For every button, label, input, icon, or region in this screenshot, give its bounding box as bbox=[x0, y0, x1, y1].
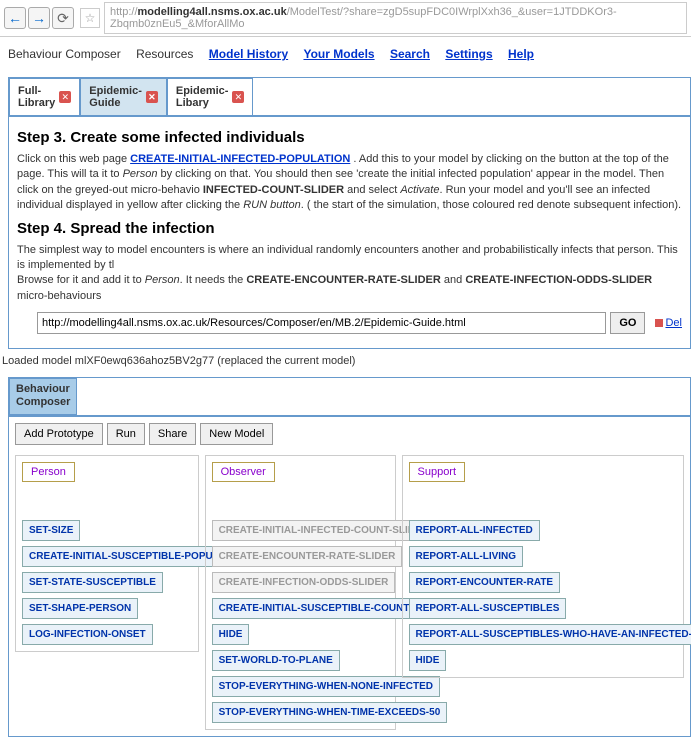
encounter-rate-slider-btn[interactable]: CREATE-ENCOUNTER-RATE-SLIDER bbox=[212, 546, 403, 567]
observer-panel-title[interactable]: Observer bbox=[212, 462, 275, 482]
person-panel-title[interactable]: Person bbox=[22, 462, 75, 482]
browser-toolbar: ← → ⟳ ☆ http://modelling4all.nsms.ox.ac.… bbox=[0, 0, 691, 37]
menu-model-history[interactable]: Model History bbox=[209, 47, 288, 61]
log-infection-onset-btn[interactable]: LOG-INFECTION-ONSET bbox=[22, 624, 153, 645]
hide-observer-btn[interactable]: HIDE bbox=[212, 624, 250, 645]
hide-support-btn[interactable]: HIDE bbox=[409, 650, 447, 671]
set-size-btn[interactable]: SET-SIZE bbox=[22, 520, 80, 541]
content-frame: Full-Library ✕ Epidemic-Guide ✕ Epidemic… bbox=[8, 77, 691, 349]
composer-toolbar: Add Prototype Run Share New Model bbox=[15, 423, 684, 445]
create-infected-link[interactable]: CREATE-INITIAL-INFECTED-POPULATION bbox=[130, 153, 350, 165]
support-panel: Support REPORT-ALL-INFECTED REPORT-ALL-L… bbox=[402, 455, 685, 678]
tabs-row: Full-Library ✕ Epidemic-Guide ✕ Epidemic… bbox=[9, 78, 690, 117]
person-panel: Person SET-SIZE CREATE-INITIAL-SUSCEPTIB… bbox=[15, 455, 199, 652]
set-shape-person-btn[interactable]: SET-SHAPE-PERSON bbox=[22, 598, 138, 619]
new-model-button[interactable]: New Model bbox=[200, 423, 273, 445]
delete-square-icon bbox=[655, 319, 663, 327]
report-all-susceptibles-btn[interactable]: REPORT-ALL-SUSCEPTIBLES bbox=[409, 598, 567, 619]
observer-panel: Observer CREATE-INITIAL-INFECTED-COUNT-S… bbox=[205, 455, 396, 730]
tab-epidemic-library[interactable]: Epidemic-Libary ✕ bbox=[167, 78, 254, 115]
close-icon[interactable]: ✕ bbox=[59, 91, 71, 103]
tab-epidemic-guide[interactable]: Epidemic-Guide ✕ bbox=[80, 78, 167, 115]
delete-link[interactable]: Del bbox=[655, 317, 682, 329]
panels-row: Person SET-SIZE CREATE-INITIAL-SUSCEPTIB… bbox=[15, 455, 684, 730]
url-bar[interactable]: http://modelling4all.nsms.ox.ac.uk/Model… bbox=[104, 2, 687, 34]
infection-odds-slider-btn[interactable]: CREATE-INFECTION-ODDS-SLIDER bbox=[212, 572, 396, 593]
add-prototype-button[interactable]: Add Prototype bbox=[15, 423, 103, 445]
report-susceptibles-infected-acq-btn[interactable]: REPORT-ALL-SUSCEPTIBLES-WHO-HAVE-AN-INFE… bbox=[409, 624, 691, 645]
tab-content: Step 3. Create some infected individuals… bbox=[9, 117, 690, 348]
composer-frame: BehaviourComposer Add Prototype Run Shar… bbox=[8, 377, 691, 736]
composer-body: Add Prototype Run Share New Model Person… bbox=[9, 415, 690, 736]
composer-tab[interactable]: BehaviourComposer bbox=[9, 378, 77, 414]
back-button[interactable]: ← bbox=[4, 7, 26, 29]
report-all-living-btn[interactable]: REPORT-ALL-LIVING bbox=[409, 546, 524, 567]
url-domain: modelling4all.nsms.ox.ac.uk bbox=[138, 6, 287, 18]
reload-button[interactable]: ⟳ bbox=[52, 7, 74, 29]
set-world-plane-btn[interactable]: SET-WORLD-TO-PLANE bbox=[212, 650, 340, 671]
status-message: Loaded model mlXF0ewq636ahoz5BV2g77 (rep… bbox=[0, 349, 691, 373]
close-icon[interactable]: ✕ bbox=[232, 91, 244, 103]
menu-resources[interactable]: Resources bbox=[136, 47, 193, 61]
url-prefix: http:// bbox=[110, 6, 138, 18]
forward-button[interactable]: → bbox=[28, 7, 50, 29]
close-icon[interactable]: ✕ bbox=[146, 91, 158, 103]
report-encounter-rate-btn[interactable]: REPORT-ENCOUNTER-RATE bbox=[409, 572, 561, 593]
report-all-infected-btn[interactable]: REPORT-ALL-INFECTED bbox=[409, 520, 540, 541]
share-button[interactable]: Share bbox=[149, 423, 196, 445]
go-row: GO Del bbox=[17, 312, 682, 334]
app-menu-bar: Behaviour Composer Resources Model Histo… bbox=[0, 37, 691, 69]
bookmark-star-icon[interactable]: ☆ bbox=[80, 8, 100, 28]
step4-paragraph: The simplest way to model encounters is … bbox=[17, 243, 682, 305]
tab-full-library[interactable]: Full-Library ✕ bbox=[9, 78, 80, 115]
menu-settings[interactable]: Settings bbox=[445, 47, 492, 61]
step4-title: Step 4. Spread the infection bbox=[17, 220, 682, 237]
step3-title: Step 3. Create some infected individuals bbox=[17, 129, 682, 146]
resource-url-input[interactable] bbox=[37, 312, 606, 334]
step3-paragraph: Click on this web page CREATE-INITIAL-IN… bbox=[17, 152, 682, 214]
menu-behaviour-composer[interactable]: Behaviour Composer bbox=[8, 47, 121, 61]
set-state-susceptible-btn[interactable]: SET-STATE-SUSCEPTIBLE bbox=[22, 572, 163, 593]
menu-search[interactable]: Search bbox=[390, 47, 430, 61]
menu-your-models[interactable]: Your Models bbox=[303, 47, 374, 61]
stop-none-infected-btn[interactable]: STOP-EVERYTHING-WHEN-NONE-INFECTED bbox=[212, 676, 440, 697]
menu-help[interactable]: Help bbox=[508, 47, 534, 61]
go-button[interactable]: GO bbox=[610, 312, 645, 334]
stop-time-exceeds-btn[interactable]: STOP-EVERYTHING-WHEN-TIME-EXCEEDS-50 bbox=[212, 702, 448, 723]
run-button[interactable]: Run bbox=[107, 423, 145, 445]
support-panel-title[interactable]: Support bbox=[409, 462, 466, 482]
